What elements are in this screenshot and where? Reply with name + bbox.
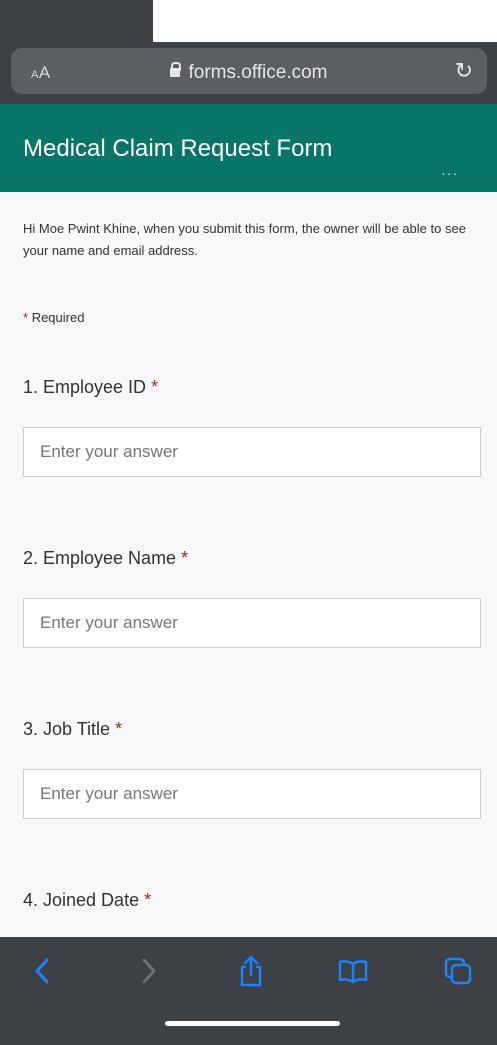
url-text: forms.office.com (188, 62, 328, 83)
question-text: 3. Job Title (23, 719, 111, 739)
browser-top-strip (0, 0, 153, 42)
required-marker: * (181, 548, 189, 568)
reload-icon[interactable]: ↻ (455, 58, 473, 84)
tabs-button[interactable] (438, 949, 478, 993)
share-button[interactable] (231, 949, 271, 993)
home-indicator[interactable] (165, 1021, 340, 1026)
more-options-icon[interactable]: ... (441, 162, 459, 178)
forward-icon (142, 958, 156, 984)
back-icon (35, 958, 49, 984)
form-intro: Hi Moe Pwint Khine, when you submit this… (23, 221, 466, 258)
required-note: * Required (23, 310, 84, 325)
required-note-text: Required (31, 310, 85, 325)
question-text: 4. Joined Date (23, 890, 140, 910)
form-header: Medical Claim Request Form ... (0, 104, 497, 192)
required-marker: * (151, 377, 159, 397)
tabs-icon (444, 957, 472, 985)
url-display[interactable]: forms.office.com (11, 62, 487, 84)
form-body: Hi Moe Pwint Khine, when you submit this… (0, 192, 497, 937)
question-label-joined-date: 4. Joined Date * (23, 890, 151, 911)
bookmarks-icon (338, 960, 368, 984)
question-label-employee-name: 2. Employee Name * (23, 548, 188, 569)
back-button[interactable] (22, 949, 62, 993)
question-text: 1. Employee ID (23, 377, 147, 397)
bookmarks-button[interactable] (333, 949, 373, 993)
form-title: Medical Claim Request Form (23, 135, 333, 162)
share-icon (240, 955, 262, 987)
forward-button[interactable] (129, 949, 169, 993)
required-marker: * (144, 890, 152, 910)
question-text: 2. Employee Name (23, 548, 177, 568)
job-title-input[interactable] (23, 769, 481, 819)
required-marker: * (23, 310, 29, 325)
required-marker: * (115, 719, 123, 739)
employee-id-input[interactable] (23, 427, 481, 477)
status-area (153, 0, 497, 42)
question-label-employee-id: 1. Employee ID * (23, 377, 158, 398)
employee-name-input[interactable] (23, 598, 481, 648)
lock-icon (170, 62, 182, 79)
safari-address-bar: AA forms.office.com ↻ (0, 42, 497, 104)
question-label-job-title: 3. Job Title * (23, 719, 122, 740)
safari-toolbar (0, 937, 497, 1045)
url-field[interactable]: AA forms.office.com ↻ (11, 48, 487, 94)
